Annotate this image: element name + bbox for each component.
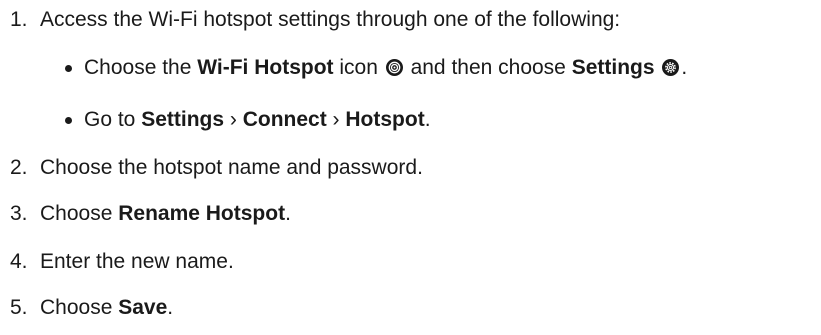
step-number: 2. [10, 156, 28, 179]
step-text: Access the Wi-Fi hotspot settings throug… [40, 8, 621, 31]
bold-term: Wi-Fi Hotspot [197, 56, 334, 79]
text-run: . [285, 202, 291, 225]
bullet-dot [65, 65, 72, 72]
text-run: Choose the [84, 56, 198, 79]
text-run: . [681, 56, 688, 79]
text-run: Choose the hotspot name and password. [40, 156, 423, 179]
text-run: Go to [84, 108, 142, 131]
text-run: Choose [40, 296, 119, 319]
text-run: and then choose [404, 56, 572, 79]
bold-term: Settings [141, 108, 225, 131]
text-run: . [424, 108, 431, 131]
text-run: Choose [40, 202, 119, 225]
step-text: Choose Rename Hotspot. [40, 200, 291, 228]
text-run: icon [333, 56, 384, 79]
step-text: Enter the new name. [40, 248, 234, 276]
bullet-text: Choose the Wi-Fi Hotspot icon and then c… [84, 54, 687, 82]
step-text: Choose the hotspot name and password. [40, 154, 423, 182]
text-run [655, 56, 661, 79]
text-run: Enter the new name. [40, 250, 234, 273]
bullet-dot [65, 117, 72, 124]
wifi-hotspot-icon [385, 59, 403, 76]
bold-term: Rename Hotspot [118, 202, 286, 225]
text-run: › [224, 108, 243, 131]
step-number: 5. [10, 296, 28, 319]
bold-term: Settings [571, 56, 655, 79]
text-run: › [326, 108, 346, 131]
bold-term: Hotspot [345, 108, 425, 131]
step-number: 4. [10, 250, 28, 273]
step-number: 3. [10, 202, 28, 225]
bold-term: Connect [242, 108, 327, 131]
bullet-text: Go to Settings › Connect › Hotspot. [84, 106, 431, 134]
text-run: . [167, 296, 174, 319]
settings-gear-icon [662, 59, 680, 76]
bold-term: Save [118, 296, 168, 319]
step-number: 1. [10, 8, 28, 31]
step-text: Choose Save. [40, 294, 173, 322]
